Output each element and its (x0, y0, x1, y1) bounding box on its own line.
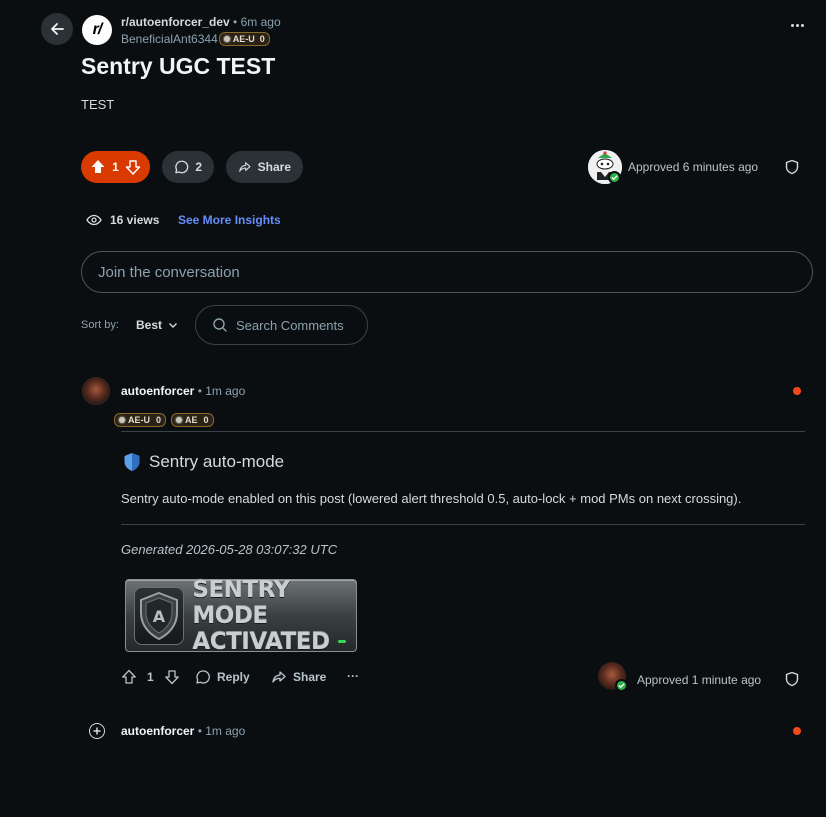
comment-time: 1m ago (205, 724, 246, 738)
comment-avatar[interactable] (82, 377, 110, 405)
reply-label: Reply (217, 670, 250, 684)
flair-count: 0 (259, 34, 265, 44)
banner-led (338, 640, 346, 643)
subreddit-avatar[interactable]: r/ (82, 15, 112, 45)
post-author-row: BeneficialAnt6344 AE-U 0 (121, 32, 270, 46)
banner-text: SENTRY MODE ACTIVATED (192, 577, 348, 655)
subreddit-meta: r/autoenforcer_dev • 6m ago (121, 15, 281, 29)
divider (121, 431, 805, 432)
generated-timestamp: Generated 2026-05-28 03:07:32 UTC (121, 542, 338, 557)
eye-icon (86, 214, 102, 226)
flair-dot-icon (119, 417, 125, 423)
meta-separator: • (197, 724, 202, 738)
sort-dropdown[interactable]: Best (136, 318, 178, 332)
flair-label: AE-U (128, 415, 150, 425)
user-flair: AE-U 0 (114, 413, 167, 427)
views-text: 16 views (110, 213, 160, 227)
sentry-heading: Sentry auto-mode (123, 452, 284, 472)
comment-meta: autoenforcer • 1m ago (121, 724, 245, 738)
comment-icon (175, 160, 189, 174)
banner-line-2: ACTIVATED (192, 628, 330, 655)
flair-dot-icon (176, 417, 183, 423)
flair-count: 0 (156, 415, 162, 425)
upvote-icon[interactable] (121, 669, 137, 685)
search-icon (213, 318, 227, 332)
back-button[interactable] (41, 13, 73, 45)
arrow-left-icon (51, 23, 64, 35)
comment-icon (196, 670, 210, 684)
comment-author[interactable]: autoenforcer (121, 384, 194, 398)
comments-button[interactable]: 2 (162, 151, 214, 183)
subreddit-link[interactable]: r/autoenforcer_dev (121, 15, 230, 29)
vote-control: 1 (81, 151, 150, 183)
comment-share-button[interactable]: Share (271, 669, 326, 685)
more-dots-icon: ··· (347, 669, 359, 683)
mod-shield-icon[interactable] (784, 671, 800, 692)
user-flair: AE-U 0 (218, 32, 270, 46)
share-label: Share (257, 160, 291, 174)
see-more-insights-link[interactable]: See More Insights (178, 213, 281, 227)
share-icon (272, 671, 286, 683)
banner-shield-letter: A (153, 607, 166, 626)
unread-dot (793, 727, 801, 735)
join-conversation-input[interactable]: Join the conversation (81, 251, 813, 293)
user-flair: AE 0 (171, 413, 214, 427)
approved-check-icon (608, 171, 621, 184)
meta-separator: • (233, 15, 238, 29)
post-author[interactable]: BeneficialAnt6344 (121, 32, 218, 46)
comment-vote-control: 1 (121, 669, 180, 685)
comment-time: 1m ago (205, 384, 246, 398)
search-comments-placeholder: Search Comments (236, 317, 344, 333)
banner-shield-icon: A (134, 586, 185, 645)
flair-label: AE-U (232, 34, 255, 44)
reply-button[interactable]: Reply (195, 669, 250, 685)
sort-label: Sort by: (81, 319, 119, 331)
share-button[interactable]: Share (226, 151, 303, 183)
comment-flairs: AE-U 0 AE 0 (113, 413, 214, 427)
sort-value: Best (136, 318, 163, 332)
sentry-description: Sentry auto-mode enabled on this post (l… (121, 491, 742, 506)
approved-check-icon (615, 679, 628, 692)
downvote-icon[interactable] (164, 669, 180, 685)
comment-vote-count: 1 (147, 670, 154, 684)
join-conversation-placeholder: Join the conversation (98, 263, 240, 281)
comment-meta: autoenforcer • 1m ago (121, 384, 245, 398)
comment-count: 2 (195, 160, 202, 174)
subreddit-avatar-text: r/ (92, 21, 103, 38)
post-time: 6m ago (240, 15, 281, 29)
meta-separator: • (197, 384, 202, 398)
sentry-mode-banner-image[interactable]: A SENTRY MODE ACTIVATED (125, 577, 357, 655)
flair-label: AE (185, 415, 198, 425)
approver-avatar (598, 662, 628, 692)
comment-author[interactable]: autoenforcer (121, 724, 194, 738)
upvote-icon[interactable] (90, 159, 106, 175)
flair-dot-icon (223, 36, 230, 42)
comment-more-button[interactable]: ··· (347, 669, 359, 683)
downvote-icon[interactable] (125, 159, 141, 175)
banner-line-1: SENTRY MODE (192, 576, 290, 629)
share-icon (239, 162, 251, 172)
search-comments-input[interactable]: Search Comments (195, 305, 368, 345)
sentry-heading-text: Sentry auto-mode (149, 452, 285, 471)
mod-shield-icon[interactable] (784, 159, 800, 180)
comment-approval-status: Approved 1 minute ago (637, 673, 762, 687)
approver-avatar (588, 150, 622, 184)
unread-dot (793, 387, 801, 395)
post-body: TEST (81, 97, 115, 112)
views-count: 16 views (86, 212, 159, 228)
shield-icon (124, 453, 140, 471)
plus-icon (93, 727, 101, 735)
post-title: Sentry UGC TEST (81, 53, 276, 79)
expand-thread-button[interactable] (89, 723, 105, 739)
chevron-down-icon (169, 323, 178, 328)
flair-count: 0 (203, 415, 209, 425)
comment-share-label: Share (293, 670, 327, 684)
divider (121, 524, 805, 525)
approval-status: Approved 6 minutes ago (628, 160, 759, 174)
vote-count: 1 (112, 160, 119, 174)
more-options-icon[interactable] (791, 24, 804, 27)
